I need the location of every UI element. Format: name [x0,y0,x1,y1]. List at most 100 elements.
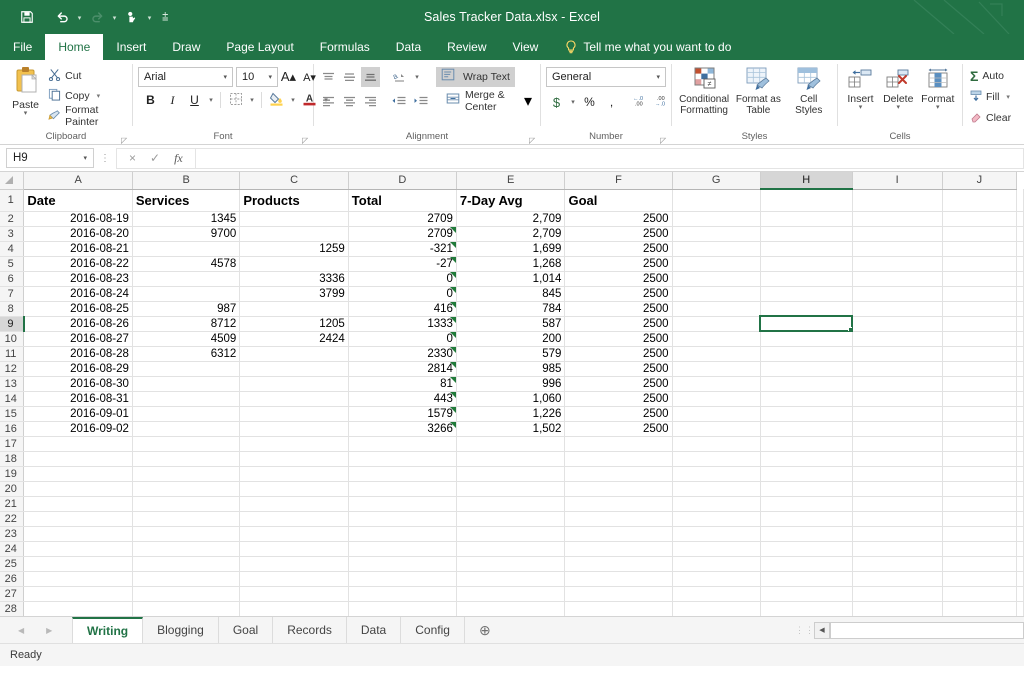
cell-J12[interactable] [942,361,1016,376]
column-header-h[interactable]: H [760,172,852,189]
cell-J16[interactable] [942,421,1016,436]
cell-B5[interactable]: 4578 [132,256,239,271]
cell-filler-25[interactable] [1017,556,1024,571]
conditional-formatting-button[interactable]: ≠ Conditional Formatting [677,65,731,116]
cell-B9[interactable]: 8712 [132,316,239,331]
fill-color-caret-icon[interactable]: ▾ [288,90,298,110]
cell-H2[interactable] [760,211,852,226]
cell-styles-button[interactable]: Cell Styles [786,65,832,116]
currency-caret-icon[interactable]: ▾ [568,92,578,112]
cell-J4[interactable] [942,241,1016,256]
column-header-i[interactable]: I [852,172,942,189]
cell-B10[interactable]: 4509 [132,331,239,346]
cell-H1[interactable] [760,189,852,211]
cell-H18[interactable] [760,451,852,466]
column-header-c[interactable]: C [240,172,348,189]
cell-filler-5[interactable] [1017,256,1024,271]
cell-D28[interactable] [348,601,456,616]
column-header-a[interactable]: A [24,172,132,189]
merge-center-caret-icon[interactable]: ▾ [524,91,532,111]
cell-I5[interactable] [852,256,942,271]
paste-caret-icon[interactable]: ▾ [24,110,28,117]
cell-J2[interactable] [942,211,1016,226]
cell-A8[interactable]: 2016-08-25 [24,301,132,316]
cell-H19[interactable] [760,466,852,481]
tell-me-box[interactable]: Tell me what you want to do [551,34,731,60]
cell-J5[interactable] [942,256,1016,271]
cell-E28[interactable] [456,601,565,616]
cell-H6[interactable] [760,271,852,286]
cell-filler-13[interactable] [1017,376,1024,391]
clipboard-dialog-launcher-icon[interactable]: ◸ [121,136,130,145]
decrease-indent-button[interactable] [389,91,409,111]
font-name-caret-icon[interactable]: ▾ [223,73,230,81]
tab-insert[interactable]: Insert [103,34,159,60]
cell-J13[interactable] [942,376,1016,391]
row-header-6[interactable]: 6 [0,271,24,286]
cell-C4[interactable]: 1259 [240,241,348,256]
cell-H10[interactable] [760,331,852,346]
cell-H17[interactable] [760,436,852,451]
cell-E27[interactable] [456,586,565,601]
cell-C5[interactable] [240,256,348,271]
cell-I22[interactable] [852,511,942,526]
cell-A24[interactable] [24,541,132,556]
cell-A18[interactable] [24,451,132,466]
cell-filler-4[interactable] [1017,241,1024,256]
cell-H21[interactable] [760,496,852,511]
cell-E1[interactable]: 7-Day Avg [456,189,565,211]
cell-J23[interactable] [942,526,1016,541]
cell-filler-18[interactable] [1017,451,1024,466]
cell-H13[interactable] [760,376,852,391]
cell-C22[interactable] [240,511,348,526]
cell-E7[interactable]: 845 [456,286,565,301]
row-header-27[interactable]: 27 [0,586,24,601]
cell-J17[interactable] [942,436,1016,451]
cell-G6[interactable] [672,271,760,286]
cell-H24[interactable] [760,541,852,556]
cell-filler-12[interactable] [1017,361,1024,376]
cell-B17[interactable] [132,436,239,451]
cell-G19[interactable] [672,466,760,481]
cell-I25[interactable] [852,556,942,571]
cell-A3[interactable]: 2016-08-20 [24,226,132,241]
cell-C18[interactable] [240,451,348,466]
cell-D2[interactable]: 2709 [348,211,456,226]
cell-G17[interactable] [672,436,760,451]
cell-F8[interactable]: 2500 [565,301,672,316]
cell-H8[interactable] [760,301,852,316]
cell-J19[interactable] [942,466,1016,481]
cell-E9[interactable]: 587 [456,316,565,331]
cell-C3[interactable] [240,226,348,241]
cell-A10[interactable]: 2016-08-27 [24,331,132,346]
cell-I11[interactable] [852,346,942,361]
cell-I17[interactable] [852,436,942,451]
cell-I15[interactable] [852,406,942,421]
cell-C14[interactable] [240,391,348,406]
undo-icon[interactable] [51,6,73,28]
sheet-tab-goal[interactable]: Goal [219,617,273,643]
column-header-f[interactable]: F [565,172,672,189]
row-header-14[interactable]: 14 [0,391,24,406]
cell-filler-10[interactable] [1017,331,1024,346]
formula-input[interactable] [195,148,1024,169]
cell-B7[interactable] [132,286,239,301]
cell-A25[interactable] [24,556,132,571]
cell-H7[interactable] [760,286,852,301]
tab-data[interactable]: Data [383,34,434,60]
cell-I18[interactable] [852,451,942,466]
row-header-10[interactable]: 10 [0,331,24,346]
enter-formula-icon[interactable]: ✓ [150,151,160,165]
sheet-tab-writing[interactable]: Writing [72,617,143,643]
cell-C8[interactable] [240,301,348,316]
cell-J15[interactable] [942,406,1016,421]
cell-B4[interactable] [132,241,239,256]
align-center-button[interactable] [340,91,359,111]
cell-A15[interactable]: 2016-09-01 [24,406,132,421]
cell-E10[interactable]: 200 [456,331,565,346]
cell-C20[interactable] [240,481,348,496]
cell-J18[interactable] [942,451,1016,466]
cell-F11[interactable]: 2500 [565,346,672,361]
cell-D14[interactable]: 443 [348,391,456,406]
cell-D17[interactable] [348,436,456,451]
